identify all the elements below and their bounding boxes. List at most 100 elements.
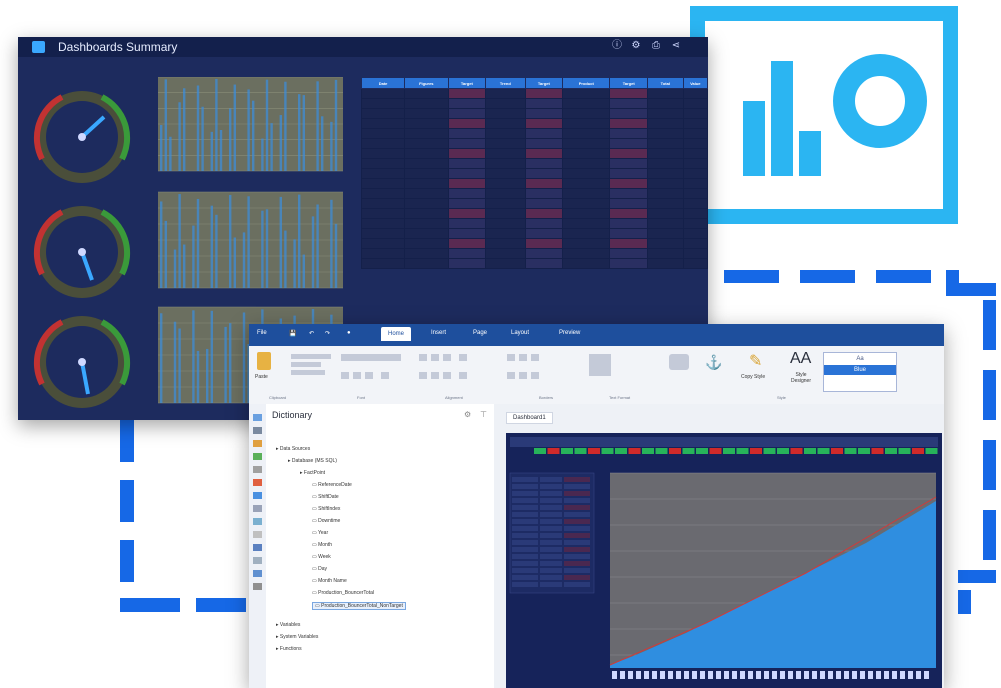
tab-page[interactable]: Page	[473, 330, 487, 336]
toolbox-icon[interactable]	[253, 427, 262, 434]
tree-item[interactable]: ▸ System Variables	[276, 634, 318, 640]
table-cell	[447, 198, 487, 209]
data-icon[interactable]: ●	[347, 330, 351, 336]
style-sample-blue[interactable]: Blue	[824, 365, 896, 375]
paste-button[interactable]: Paste	[255, 374, 268, 380]
table-row[interactable]	[360, 88, 709, 99]
copy-style-icon[interactable]: ✎	[749, 352, 769, 372]
table-row[interactable]	[360, 218, 709, 229]
tab-layout[interactable]: Layout	[511, 330, 529, 336]
table-row[interactable]	[360, 258, 709, 269]
x-tick-label	[844, 671, 849, 679]
toolbox-icon[interactable]	[253, 531, 262, 538]
tree-item[interactable]: ▸ Database (MS SQL)	[288, 458, 337, 464]
table-row[interactable]	[360, 98, 709, 109]
tree-item[interactable]: ▭ Year	[312, 530, 328, 536]
highlight-icon[interactable]: ⚓	[705, 354, 722, 370]
table-cell	[404, 228, 449, 239]
share-icon[interactable]: ⋖	[670, 40, 682, 52]
toolbox-icon[interactable]	[253, 414, 262, 421]
table-header[interactable]: Total	[647, 77, 684, 89]
table-header[interactable]: Trend	[485, 77, 526, 89]
tab-preview[interactable]: Preview	[559, 330, 580, 336]
pin-icon[interactable]: ⊤	[480, 404, 487, 426]
table-row[interactable]	[360, 108, 709, 119]
table-cell	[562, 138, 611, 149]
table-header[interactable]: Target	[609, 77, 649, 89]
save-icon[interactable]: 💾	[289, 330, 296, 337]
tree-item[interactable]: ▭ Day	[312, 566, 327, 572]
table-cell	[647, 88, 684, 99]
copy-style-button[interactable]: Copy Style	[741, 374, 765, 380]
table-cell	[524, 128, 564, 139]
toolbox-icon[interactable]	[253, 518, 262, 525]
table-row[interactable]	[360, 188, 709, 199]
toolbox-icon[interactable]	[253, 479, 262, 486]
style-designer-button[interactable]: Style Designer	[785, 372, 817, 384]
tree-item[interactable]: ▭ Downtime	[312, 518, 340, 524]
toolbox-icon[interactable]	[253, 557, 262, 564]
toolbox-icon[interactable]	[253, 583, 262, 590]
tree-item[interactable]: ▭ Week	[312, 554, 331, 560]
table-row[interactable]	[360, 198, 709, 209]
undo-icon[interactable]: ↶	[309, 330, 314, 337]
toolbox-icon[interactable]	[253, 570, 262, 577]
table-row[interactable]	[360, 248, 709, 259]
tree-item[interactable]: ▭ ReferenceDate	[312, 482, 352, 488]
tree-item[interactable]: ▭ ShiftIndex	[312, 506, 340, 512]
table-header[interactable]: Date	[360, 77, 406, 89]
tab-file[interactable]: File	[257, 330, 267, 336]
export-icon[interactable]: ⎙	[650, 40, 662, 52]
table-cell	[360, 178, 406, 189]
settings-icon[interactable]: ⚙	[630, 40, 642, 52]
table-header[interactable]: Product	[562, 77, 611, 89]
bar	[192, 310, 195, 403]
toolbox-icon[interactable]	[253, 466, 262, 473]
table-cell	[682, 168, 709, 179]
mini-table-cell	[564, 575, 590, 580]
table-row[interactable]	[360, 238, 709, 249]
paste-icon[interactable]	[257, 352, 271, 370]
tree-item[interactable]: ▸ Data Sources	[276, 446, 310, 452]
condition-icon[interactable]	[669, 354, 689, 370]
tree-item[interactable]: ▸ Variables	[276, 622, 300, 628]
settings-icon[interactable]: ⚙	[464, 404, 471, 426]
toolbox-icon[interactable]	[253, 453, 262, 460]
toolbox-icon[interactable]	[253, 505, 262, 512]
bar	[210, 310, 213, 403]
tree-item[interactable]: ▭ Production_BouncerTotal	[312, 590, 374, 596]
tree-item[interactable]: ▭ Production_BouncerTotal_NonTarget	[312, 602, 406, 610]
table-row[interactable]	[360, 208, 709, 219]
tree-item[interactable]: ▭ ShiftDate	[312, 494, 339, 500]
info-icon[interactable]: ⓘ	[611, 40, 623, 52]
tree-item[interactable]: ▭ Month	[312, 542, 332, 548]
tab-home[interactable]: Home	[381, 327, 412, 341]
table-row[interactable]	[360, 178, 709, 189]
tree-item[interactable]: ▸ FactPoint	[300, 470, 325, 476]
tree-item[interactable]: ▸ Functions	[276, 646, 302, 652]
table-row[interactable]	[360, 128, 709, 139]
toolbox-icon[interactable]	[253, 492, 262, 499]
table-header[interactable]: Value	[682, 77, 709, 89]
table-row[interactable]	[360, 148, 709, 159]
style-designer-icon[interactable]: AA	[790, 350, 811, 368]
mini-table-cell	[540, 526, 562, 531]
table-cell	[404, 148, 449, 159]
page-tab-dashboard1[interactable]: Dashboard1	[506, 412, 553, 424]
bar	[173, 249, 177, 288]
redo-icon[interactable]: ↷	[325, 330, 330, 337]
table-header[interactable]: Target	[447, 77, 487, 89]
table-row[interactable]	[360, 228, 709, 239]
toolbox-icon[interactable]	[253, 440, 262, 447]
table-row[interactable]	[360, 138, 709, 149]
table-cell	[360, 108, 406, 119]
tab-insert[interactable]: Insert	[431, 330, 446, 336]
toolbox-icon[interactable]	[253, 544, 262, 551]
style-gallery[interactable]: Aa Blue	[823, 352, 897, 392]
table-header[interactable]: Target	[524, 77, 564, 89]
table-header[interactable]: Figures	[404, 77, 449, 89]
table-row[interactable]	[360, 158, 709, 169]
tree-item[interactable]: ▭ Month Name	[312, 578, 347, 584]
table-row[interactable]	[360, 118, 709, 129]
table-row[interactable]	[360, 168, 709, 179]
